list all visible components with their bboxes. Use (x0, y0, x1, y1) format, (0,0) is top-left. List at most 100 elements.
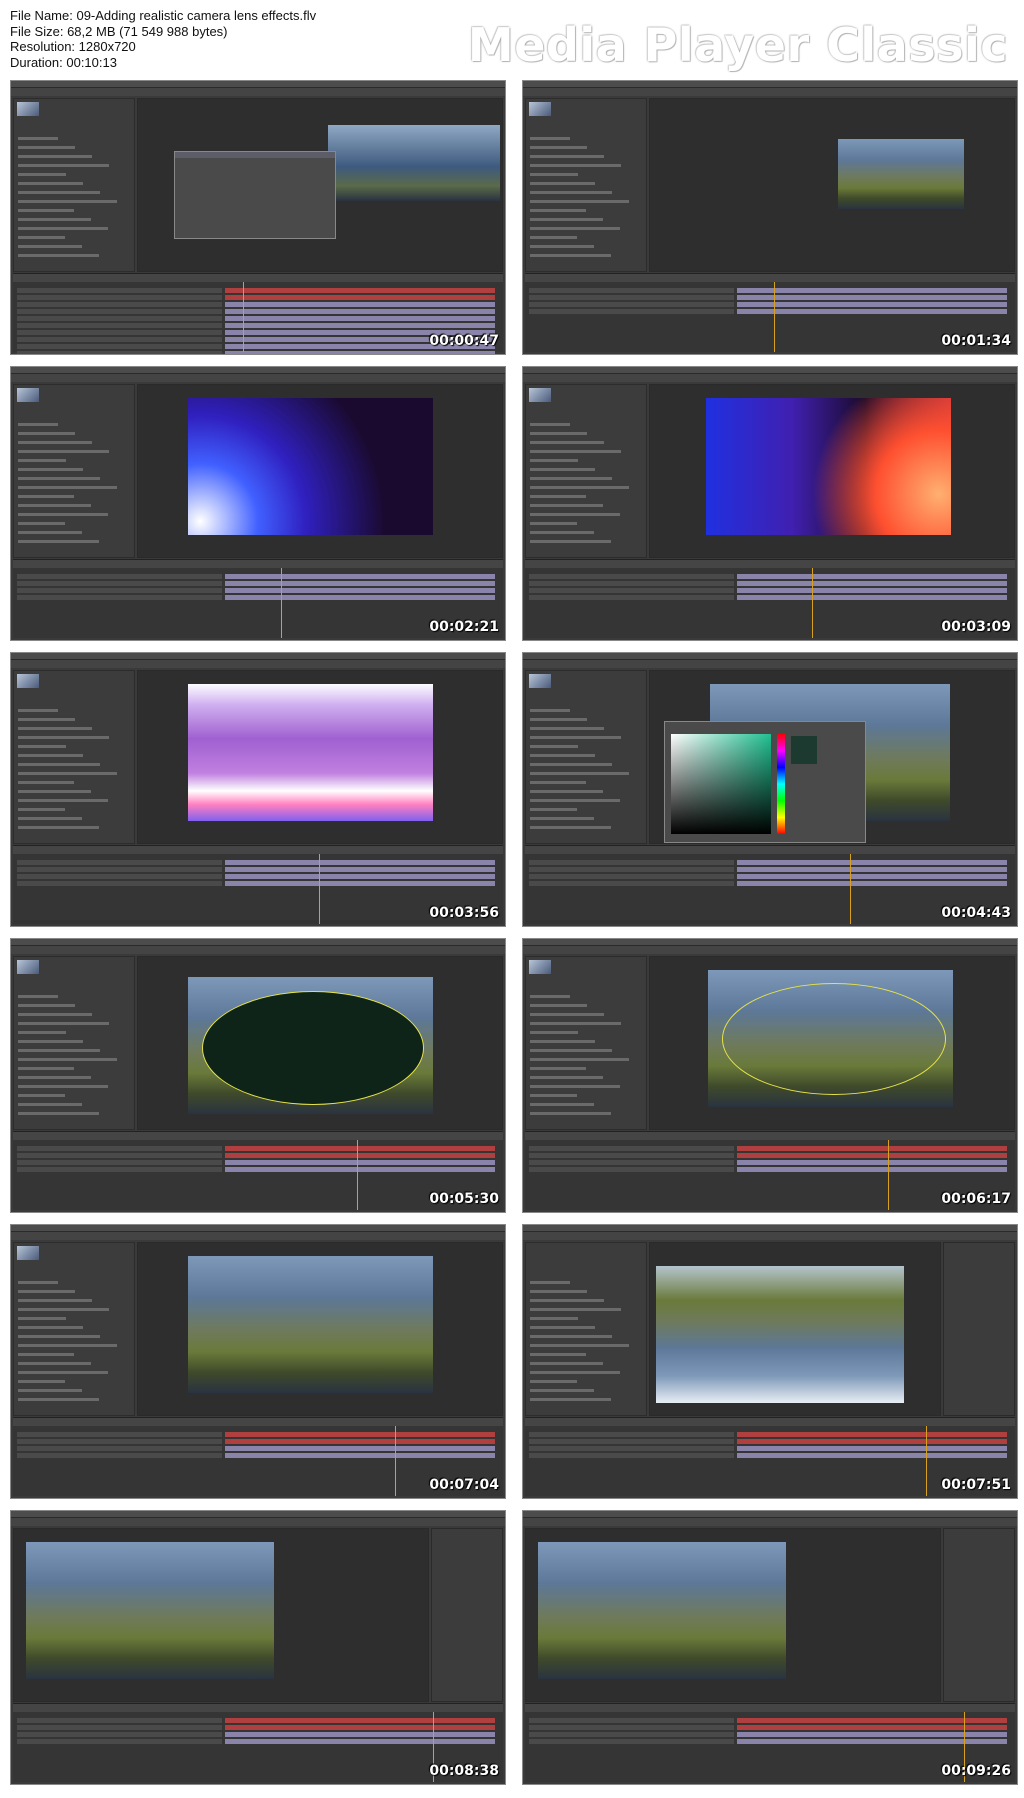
layer-duration-bar[interactable] (737, 595, 1007, 600)
project-item[interactable] (18, 1067, 74, 1070)
layer-duration-bar[interactable] (737, 588, 1007, 593)
project-item[interactable] (18, 1022, 109, 1025)
project-item[interactable] (18, 155, 92, 158)
video-thumbnail[interactable]: 00:04:43 (522, 652, 1018, 927)
layer-duration-bar[interactable] (737, 302, 1007, 307)
layer-duration-bar[interactable] (737, 1160, 1007, 1165)
video-thumbnail[interactable]: 00:03:09 (522, 366, 1018, 641)
layer-duration-bar[interactable] (225, 574, 495, 579)
composition-viewer[interactable] (137, 98, 503, 272)
project-item[interactable] (18, 432, 75, 435)
timeline-layer[interactable] (529, 1732, 734, 1737)
project-item[interactable] (530, 1040, 595, 1043)
project-item[interactable] (530, 1112, 611, 1115)
project-item[interactable] (530, 450, 621, 453)
video-thumbnail[interactable]: 00:07:51 (522, 1224, 1018, 1499)
layer-duration-bar[interactable] (737, 1725, 1007, 1730)
layer-duration-bar[interactable] (225, 1446, 495, 1451)
timeline-layer[interactable] (17, 337, 222, 342)
project-item[interactable] (530, 1031, 578, 1034)
project-item[interactable] (530, 1380, 577, 1383)
timeline-layer[interactable] (17, 1153, 222, 1158)
video-thumbnail[interactable]: 00:08:38 (10, 1510, 506, 1785)
project-item[interactable] (18, 772, 117, 775)
timeline-layer[interactable] (529, 1439, 734, 1444)
project-item[interactable] (18, 504, 91, 507)
timeline-layer[interactable] (17, 881, 222, 886)
composition-frame[interactable] (328, 125, 500, 201)
project-item[interactable] (530, 441, 604, 444)
project-item[interactable] (530, 164, 621, 167)
project-item[interactable] (18, 137, 58, 140)
project-item[interactable] (530, 727, 604, 730)
project-item[interactable] (18, 1076, 91, 1079)
layer-duration-bar[interactable] (225, 1160, 495, 1165)
project-item[interactable] (530, 218, 603, 221)
project-item[interactable] (530, 531, 594, 534)
project-item[interactable] (530, 1290, 587, 1293)
project-item[interactable] (530, 146, 587, 149)
timeline-layer[interactable] (17, 302, 222, 307)
timeline-layer[interactable] (529, 574, 734, 579)
project-item[interactable] (530, 1076, 603, 1079)
project-item[interactable] (18, 1281, 58, 1284)
timeline-layer[interactable] (529, 595, 734, 600)
project-item[interactable] (530, 1094, 577, 1097)
timeline-layer[interactable] (17, 595, 222, 600)
project-item[interactable] (18, 1335, 100, 1338)
project-item[interactable] (18, 1085, 108, 1088)
timeline-layer[interactable] (17, 316, 222, 321)
timeline-layer[interactable] (529, 1446, 734, 1451)
project-item[interactable] (530, 200, 629, 203)
project-item[interactable] (530, 1335, 612, 1338)
project-item[interactable] (18, 218, 91, 221)
project-item[interactable] (18, 495, 74, 498)
layer-duration-bar[interactable] (225, 867, 495, 872)
project-item[interactable] (18, 995, 58, 998)
project-item[interactable] (530, 763, 612, 766)
mask-ellipse[interactable] (722, 983, 946, 1095)
timeline-playhead[interactable] (888, 1140, 889, 1210)
project-item[interactable] (530, 772, 629, 775)
timeline-layer[interactable] (529, 302, 734, 307)
project-item[interactable] (18, 1308, 109, 1311)
project-item[interactable] (18, 826, 99, 829)
project-item[interactable] (530, 745, 578, 748)
layer-duration-bar[interactable] (225, 1739, 495, 1744)
composition-frame[interactable] (706, 398, 951, 535)
project-item[interactable] (18, 468, 83, 471)
timeline-playhead[interactable] (281, 568, 282, 638)
project-item[interactable] (530, 477, 612, 480)
timeline-layer[interactable] (529, 1453, 734, 1458)
project-item[interactable] (530, 781, 586, 784)
project-item[interactable] (530, 155, 604, 158)
layer-duration-bar[interactable] (225, 1153, 495, 1158)
timeline-layer[interactable] (17, 860, 222, 865)
timeline-layer[interactable] (17, 1453, 222, 1458)
layer-duration-bar[interactable] (737, 1453, 1007, 1458)
timeline-layer[interactable] (17, 1146, 222, 1151)
project-item[interactable] (18, 209, 74, 212)
project-item[interactable] (18, 1299, 92, 1302)
project-item[interactable] (530, 736, 621, 739)
project-item[interactable] (18, 522, 65, 525)
timeline-layer[interactable] (17, 867, 222, 872)
project-item[interactable] (18, 1290, 75, 1293)
timeline-layer[interactable] (529, 1718, 734, 1723)
layer-duration-bar[interactable] (225, 595, 495, 600)
layer-duration-bar[interactable] (737, 309, 1007, 314)
timeline-layer[interactable] (529, 1432, 734, 1437)
project-item[interactable] (530, 1389, 594, 1392)
layer-duration-bar[interactable] (737, 581, 1007, 586)
project-item[interactable] (18, 727, 92, 730)
video-thumbnail[interactable]: 00:07:04 (10, 1224, 506, 1499)
timeline-playhead[interactable] (357, 1140, 358, 1210)
project-item[interactable] (530, 1067, 586, 1070)
project-item[interactable] (530, 486, 629, 489)
layer-duration-bar[interactable] (737, 574, 1007, 579)
timeline-playhead[interactable] (395, 1426, 396, 1496)
composition-frame[interactable] (838, 139, 964, 209)
composition-frame[interactable] (188, 398, 433, 535)
layer-duration-bar[interactable] (225, 1432, 495, 1437)
project-item[interactable] (18, 745, 66, 748)
